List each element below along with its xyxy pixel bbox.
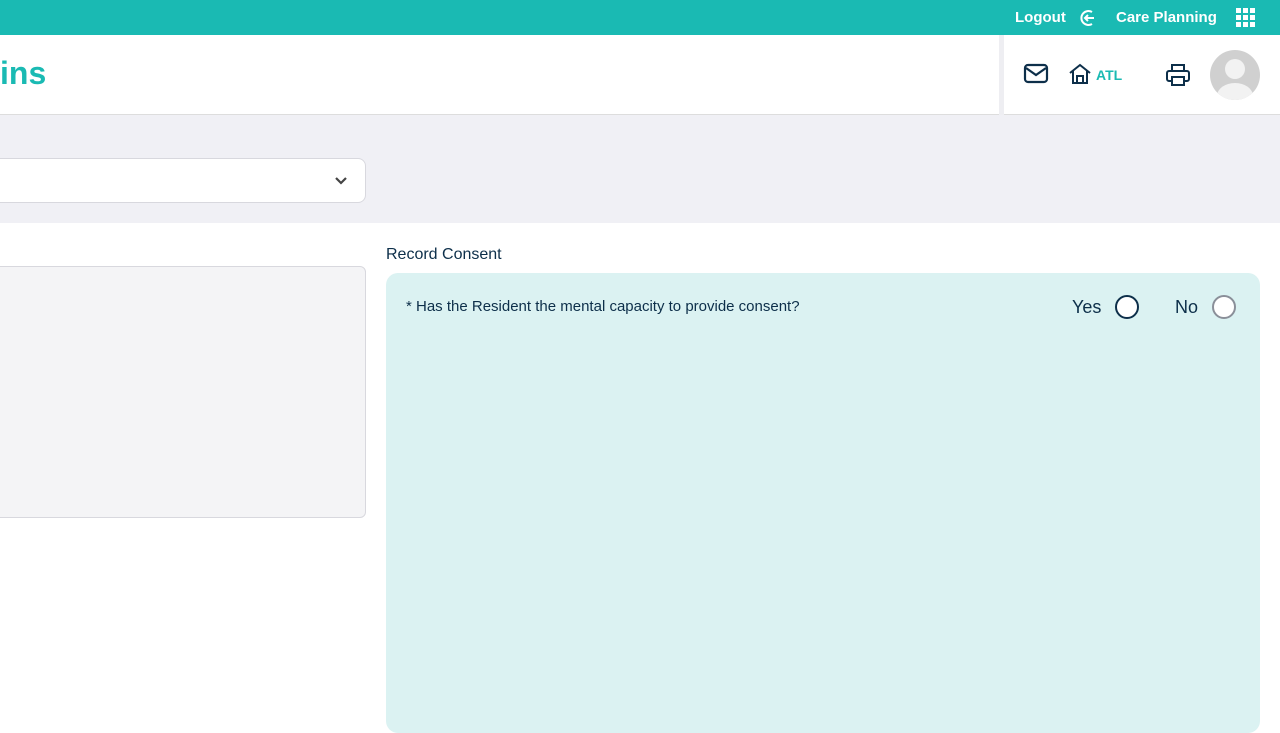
chevron-down-icon [335,177,347,185]
filter-bar [0,115,1280,223]
mail-icon[interactable] [1023,62,1049,86]
top-bar: Logout Care Planning [0,0,1280,35]
section-label: Record Consent [386,246,502,263]
print-icon[interactable] [1165,62,1191,88]
option-label: No [1175,296,1199,317]
consent-panel: * Has the Resident the mental capacity t… [386,273,1260,733]
divider [999,35,1004,115]
page-title: ins [0,55,47,91]
logout-link[interactable]: Logout [1015,9,1066,26]
radio-no[interactable] [1212,295,1237,319]
left-panel [0,266,366,518]
resident-select[interactable] [0,158,366,203]
option-yes[interactable]: Yes [1072,295,1140,319]
logout-icon[interactable] [1078,8,1098,28]
option-label: Yes [1072,296,1102,317]
option-no[interactable]: No [1175,295,1237,319]
page-header: ins ATL [0,35,1280,115]
apps-grid-icon[interactable] [1236,8,1255,27]
consent-question: * Has the Resident the mental capacity t… [406,298,800,315]
home-icon[interactable] [1067,62,1093,86]
app-name[interactable]: Care Planning [1116,9,1217,26]
avatar[interactable] [1210,50,1260,100]
radio-yes[interactable] [1115,295,1140,319]
location-label[interactable]: ATL [1096,67,1122,83]
